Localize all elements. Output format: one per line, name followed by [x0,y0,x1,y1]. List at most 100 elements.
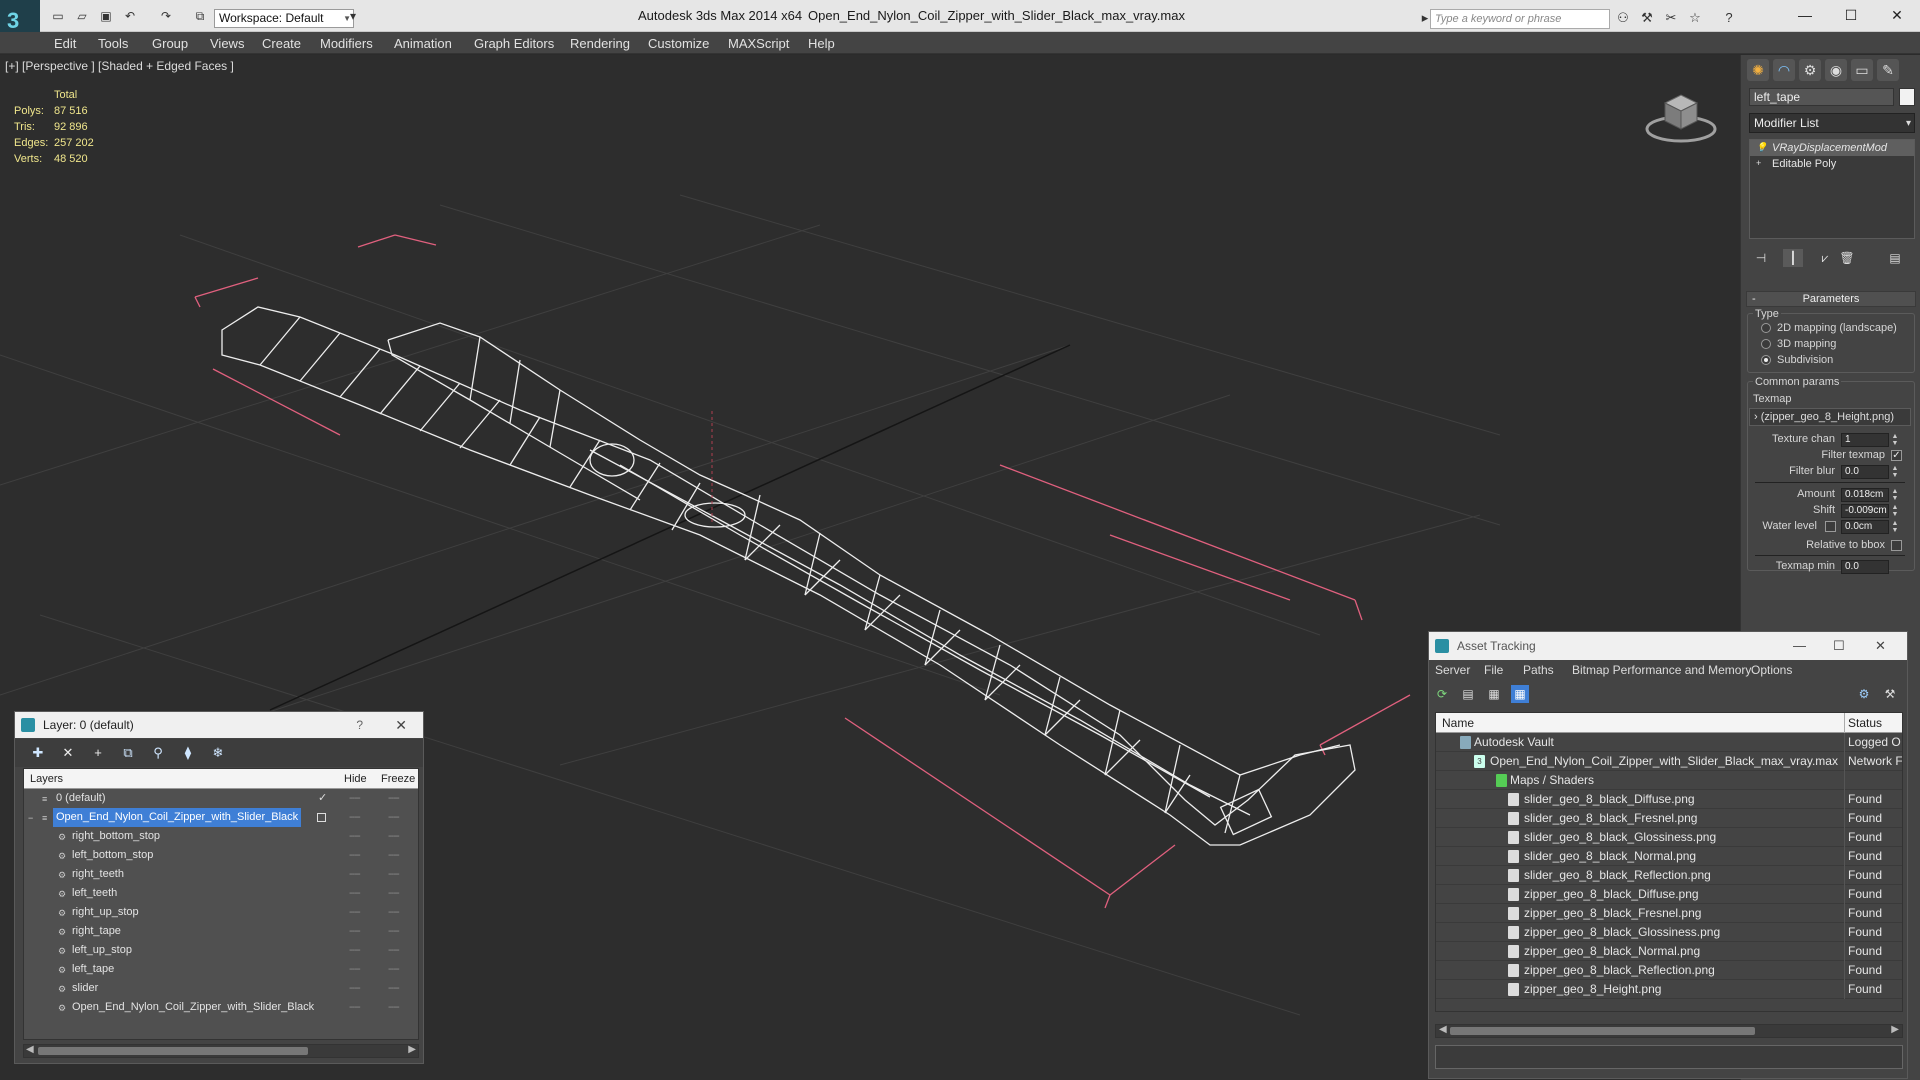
layer-row[interactable]: ⚙ right_bottom_stop ---- ---- [24,827,418,846]
layer-row[interactable]: ⚙ right_teeth ---- ---- [24,865,418,884]
list-view-icon[interactable]: ▤ [1459,685,1477,703]
object-name-field[interactable]: left_tape [1749,88,1894,106]
scroll-right-icon[interactable]: ▶ [1891,1024,1899,1035]
parameters-rollout-header[interactable]: - Parameters [1746,291,1916,307]
menu-file[interactable]: File [1484,663,1503,677]
menu-bitmap-performance[interactable]: Bitmap Performance and Memory [1572,663,1751,677]
select-in-layer-icon[interactable]: ⧉ [119,744,137,762]
open-file-icon[interactable]: ▱ [74,8,90,24]
expand-plus-icon[interactable]: + [1756,158,1766,168]
layer-row[interactable]: ⚙ left_tape ---- ---- [24,960,418,979]
set-current-layer-box[interactable] [317,813,326,822]
freeze-toggle[interactable]: ---- [388,960,402,979]
scrollbar-thumb[interactable] [1450,1027,1755,1035]
radio-subdivision[interactable]: Subdivision [1761,354,1833,366]
close-button[interactable]: ✕ [395,712,407,738]
scrollbar-thumb[interactable] [38,1047,308,1055]
minimize-button[interactable]: — [1790,4,1820,26]
utilities-tab-icon[interactable]: ✎ [1877,59,1899,81]
customize-quick-access-icon[interactable]: ▾ [345,8,361,24]
menu-rendering[interactable]: Rendering [570,36,630,51]
hide-all-layers-icon[interactable]: ⧫ [179,744,197,762]
amount-spinner[interactable]: 0.018cm [1841,488,1889,502]
hide-toggle[interactable]: ---- [349,941,363,960]
layer-row[interactable]: ≡ 0 (default) ✓ ---- ---- [24,789,418,808]
layer-row[interactable]: ⚙ right_tape ---- ---- [24,922,418,941]
texmap-button[interactable]: › (zipper_geo_8_Height.png) [1749,408,1911,426]
hierarchy-tab-icon[interactable]: ⚙ [1799,59,1821,81]
search-input[interactable]: Type a keyword or phrase [1430,9,1610,29]
asset-row[interactable]: zipper_geo_8_black_Reflection.png Found [1436,961,1902,980]
layer-row[interactable]: ⚙ right_up_stop ---- ---- [24,903,418,922]
hide-toggle[interactable]: ---- [349,979,363,998]
hide-toggle[interactable]: ---- [349,903,363,922]
object-color-swatch[interactable] [1899,88,1915,106]
display-tab-icon[interactable]: ▭ [1851,59,1873,81]
asset-horizontal-scrollbar[interactable]: ◀ ▶ [1435,1024,1903,1038]
create-tab-icon[interactable]: ✺ [1747,59,1769,81]
scroll-right-icon[interactable]: ▶ [408,1044,416,1055]
show-end-result-icon[interactable]: ┃ [1783,249,1803,267]
hide-toggle[interactable]: ---- [349,998,363,1017]
collapse-icon[interactable]: − [28,813,38,823]
hide-toggle[interactable]: ---- [349,808,363,827]
spinner-arrows-icon[interactable]: ▲ ▼ [1891,488,1899,502]
spinner-arrows-icon[interactable]: ▲ ▼ [1891,465,1899,479]
freeze-toggle[interactable]: ---- [388,827,402,846]
asset-row[interactable]: slider_geo_8_black_Fresnel.png Found [1436,809,1902,828]
menu-group[interactable]: Group [152,36,188,51]
highlight-layer-icon[interactable]: ⚲ [149,744,167,762]
vault-connect-icon[interactable]: ⚙ [1855,685,1873,703]
layer-row[interactable]: ⚙ Open_End_Nylon_Coil_Zipper_with_Slider_… [24,998,418,1017]
motion-tab-icon[interactable]: ◉ [1825,59,1847,81]
menu-customize[interactable]: Customize [648,36,709,51]
filter-texmap-checkbox[interactable]: ✓ [1891,450,1902,461]
help-icon[interactable]: ? [1720,10,1738,26]
close-button[interactable]: ✕ [1875,632,1886,660]
asset-row[interactable]: slider_geo_8_black_Reflection.png Found [1436,866,1902,885]
refresh-icon[interactable]: ⟳ [1433,685,1451,703]
asset-row[interactable]: slider_geo_8_black_Diffuse.png Found [1436,790,1902,809]
column-name[interactable]: Name [1442,716,1474,730]
favorites-star-icon[interactable]: ☆ [1686,10,1704,26]
layer-row[interactable]: ⚙ left_up_stop ---- ---- [24,941,418,960]
freeze-toggle[interactable]: ---- [388,979,402,998]
viewcube-icon[interactable] [1645,85,1717,145]
pin-stack-icon[interactable]: ⊣ [1751,249,1771,267]
maximize-button[interactable]: ☐ [1833,632,1845,660]
asset-row[interactable]: slider_geo_8_black_Glossiness.png Found [1436,828,1902,847]
freeze-toggle[interactable]: ---- [388,865,402,884]
spinner-arrows-icon[interactable]: ▲ ▼ [1891,433,1899,447]
settings-icon[interactable]: ⚒ [1881,685,1899,703]
hide-toggle[interactable]: ---- [349,846,363,865]
maximize-button[interactable]: ☐ [1836,4,1866,26]
menu-animation[interactable]: Animation [394,36,452,51]
menu-server[interactable]: Server [1435,663,1470,677]
hide-toggle[interactable]: ---- [349,789,363,808]
column-status[interactable]: Status [1848,716,1882,730]
freeze-toggle[interactable]: ---- [388,808,402,827]
layer-horizontal-scrollbar[interactable]: ◀ ▶ [23,1044,419,1058]
make-unique-icon[interactable]: ⩗ [1815,249,1835,267]
lightbulb-icon[interactable]: 💡 [1756,142,1767,152]
column-layers[interactable]: Layers [30,773,63,785]
asset-row[interactable]: zipper_geo_8_black_Fresnel.png Found [1436,904,1902,923]
layer-row[interactable]: ⚙ left_bottom_stop ---- ---- [24,846,418,865]
layer-row[interactable]: − ≡ Open_End_Nylon_Coil_Zipper_with_Slid… [24,808,418,827]
texture-chan-spinner[interactable]: 1 [1841,433,1889,447]
subscription-icon[interactable]: ⚒ [1638,10,1656,26]
menu-help[interactable]: Help [808,36,835,51]
viewport-label[interactable]: [+] [Perspective ] [Shaded + Edged Faces… [5,59,234,73]
freeze-toggle[interactable]: ---- [388,941,402,960]
scroll-left-icon[interactable]: ◀ [1439,1024,1447,1035]
spinner-arrows-icon[interactable]: ▲ ▼ [1891,520,1899,534]
asset-row[interactable]: zipper_geo_8_black_Glossiness.png Found [1436,923,1902,942]
save-file-icon[interactable]: ▣ [98,8,114,24]
freeze-toggle[interactable]: ---- [388,846,402,865]
menu-paths[interactable]: Paths [1523,663,1554,677]
hide-toggle[interactable]: ---- [349,865,363,884]
workspace-dropdown[interactable]: Workspace: Default ▼ [214,9,354,28]
configure-modifier-sets-icon[interactable]: ▤ [1885,249,1905,267]
asset-row[interactable]: Maps / Shaders [1436,771,1902,790]
close-button[interactable]: ✕ [1882,4,1912,26]
